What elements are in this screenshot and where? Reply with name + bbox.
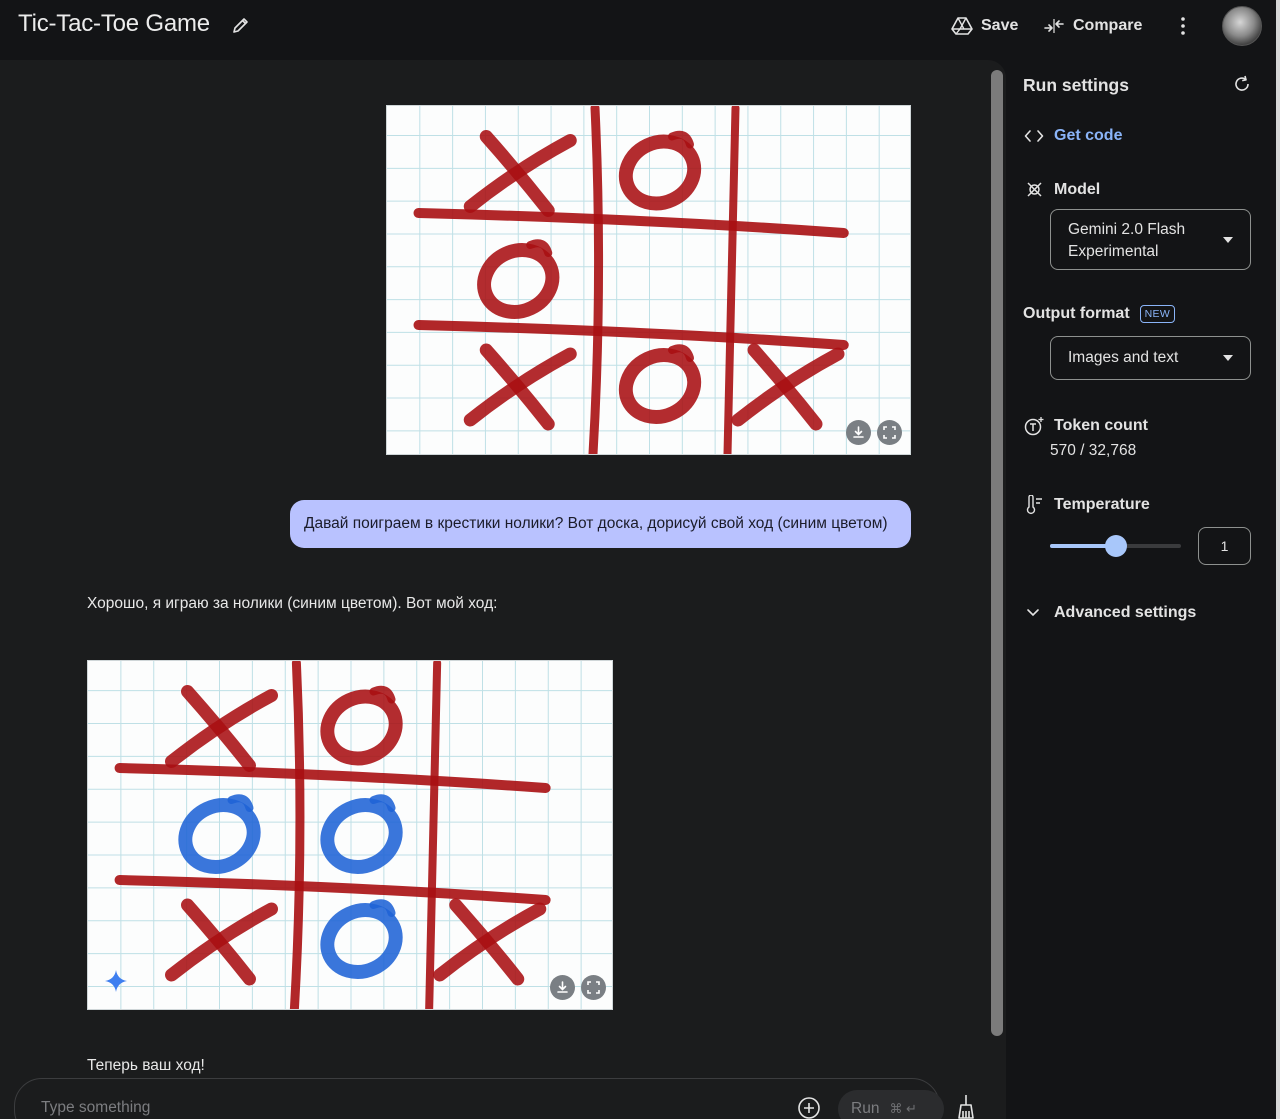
tic-tac-toe-board-image	[88, 661, 612, 1009]
board-horizontal-line	[413, 208, 849, 238]
get-code-label: Get code	[1054, 127, 1123, 144]
x-mark	[747, 343, 823, 431]
avatar[interactable]	[1222, 6, 1262, 46]
output-format-select[interactable]: Images and text	[1050, 336, 1251, 380]
model-icon	[1027, 182, 1042, 197]
thermometer-icon	[1026, 495, 1042, 515]
download-icon	[853, 426, 864, 438]
x-mark	[449, 898, 525, 986]
fullscreen-icon	[587, 981, 600, 994]
user-uploaded-image	[386, 105, 911, 455]
dropdown-caret-icon	[1223, 355, 1233, 361]
x-mark	[181, 898, 256, 986]
token-icon	[1024, 417, 1044, 436]
user-message-bubble: Давай поиграем в крестики нолики? Вот до…	[290, 500, 911, 548]
model-select[interactable]: Gemini 2.0 Flash Experimental	[1050, 209, 1251, 270]
temperature-label: Temperature	[1054, 496, 1150, 513]
compare-icon	[1044, 19, 1064, 33]
token-count-section-label: Token count	[1024, 416, 1148, 436]
run-button[interactable]: Run ⌘ ↵	[838, 1090, 944, 1119]
page-title[interactable]: Tic-Tac-Toe Game	[18, 10, 210, 38]
drive-icon	[951, 17, 973, 35]
window-edge	[1276, 0, 1280, 1119]
download-image-button[interactable]	[846, 420, 871, 445]
model-reply-outro: Теперь ваш ход!	[87, 1057, 205, 1074]
run-settings-title: Run settings	[1023, 75, 1129, 95]
run-shortcut: ⌘ ↵	[889, 1101, 917, 1116]
prompt-input[interactable]	[41, 1099, 741, 1117]
board-vertical-line	[723, 106, 740, 454]
temperature-input[interactable]: 1	[1198, 527, 1251, 565]
fullscreen-icon	[883, 426, 896, 439]
download-image-button[interactable]	[550, 975, 575, 1000]
output-format-value: Images and text	[1068, 349, 1179, 366]
tic-tac-toe-board-image	[387, 106, 910, 454]
save-label: Save	[981, 17, 1019, 34]
model-section-label: Model	[1025, 180, 1100, 199]
chat-scrollbar[interactable]	[991, 70, 1003, 1036]
chevron-down-icon	[1027, 609, 1039, 617]
x-mark	[479, 343, 555, 431]
compare-label: Compare	[1073, 17, 1143, 34]
token-count-label: Token count	[1054, 417, 1148, 434]
board-horizontal-line	[114, 763, 551, 793]
download-icon	[557, 981, 568, 993]
compare-button[interactable]: Compare	[1043, 13, 1142, 39]
temperature-section-label: Temperature	[1025, 495, 1150, 515]
advanced-settings-toggle[interactable]: Advanced settings	[1026, 604, 1196, 622]
output-format-label: Output format	[1023, 305, 1130, 322]
board-vertical-line	[289, 661, 305, 1009]
save-button[interactable]: Save	[951, 13, 1018, 39]
pencil-icon[interactable]	[231, 15, 251, 35]
get-code-link[interactable]: Get code	[1024, 127, 1122, 145]
top-bar: Tic-Tac-Toe Game Save Compare	[0, 0, 1280, 56]
run-label: Run	[851, 1100, 880, 1117]
reset-settings-icon[interactable]	[1233, 75, 1251, 93]
board-vertical-line	[425, 661, 442, 1009]
new-badge: NEW	[1139, 305, 1176, 323]
gemini-sparkle-icon	[105, 970, 127, 992]
fullscreen-image-button[interactable]	[877, 420, 902, 445]
advanced-settings-label: Advanced settings	[1054, 604, 1197, 621]
output-format-section-label: Output format NEW	[1023, 305, 1176, 323]
board-horizontal-line	[413, 320, 849, 350]
code-icon	[1024, 130, 1044, 142]
board-horizontal-line	[114, 875, 551, 905]
board-vertical-line	[588, 106, 604, 454]
model-generated-image	[87, 660, 613, 1010]
clear-chat-icon[interactable]	[955, 1094, 977, 1119]
model-reply-intro: Хорошо, я играю за нолики (синим цветом)…	[87, 595, 498, 612]
temperature-slider-thumb[interactable]	[1104, 535, 1127, 557]
add-media-icon[interactable]	[797, 1096, 821, 1119]
model-label: Model	[1054, 180, 1101, 198]
more-vert-icon[interactable]	[1172, 14, 1194, 38]
dropdown-caret-icon	[1223, 236, 1233, 243]
x-mark	[479, 130, 555, 217]
model-value-line2: Experimental	[1068, 243, 1159, 260]
prompt-composer: Run ⌘ ↵	[14, 1078, 944, 1119]
token-count-value: 570 / 32,768	[1050, 442, 1137, 459]
x-mark	[181, 685, 256, 772]
temperature-slider[interactable]	[1050, 535, 1181, 557]
fullscreen-image-button[interactable]	[581, 975, 606, 1000]
